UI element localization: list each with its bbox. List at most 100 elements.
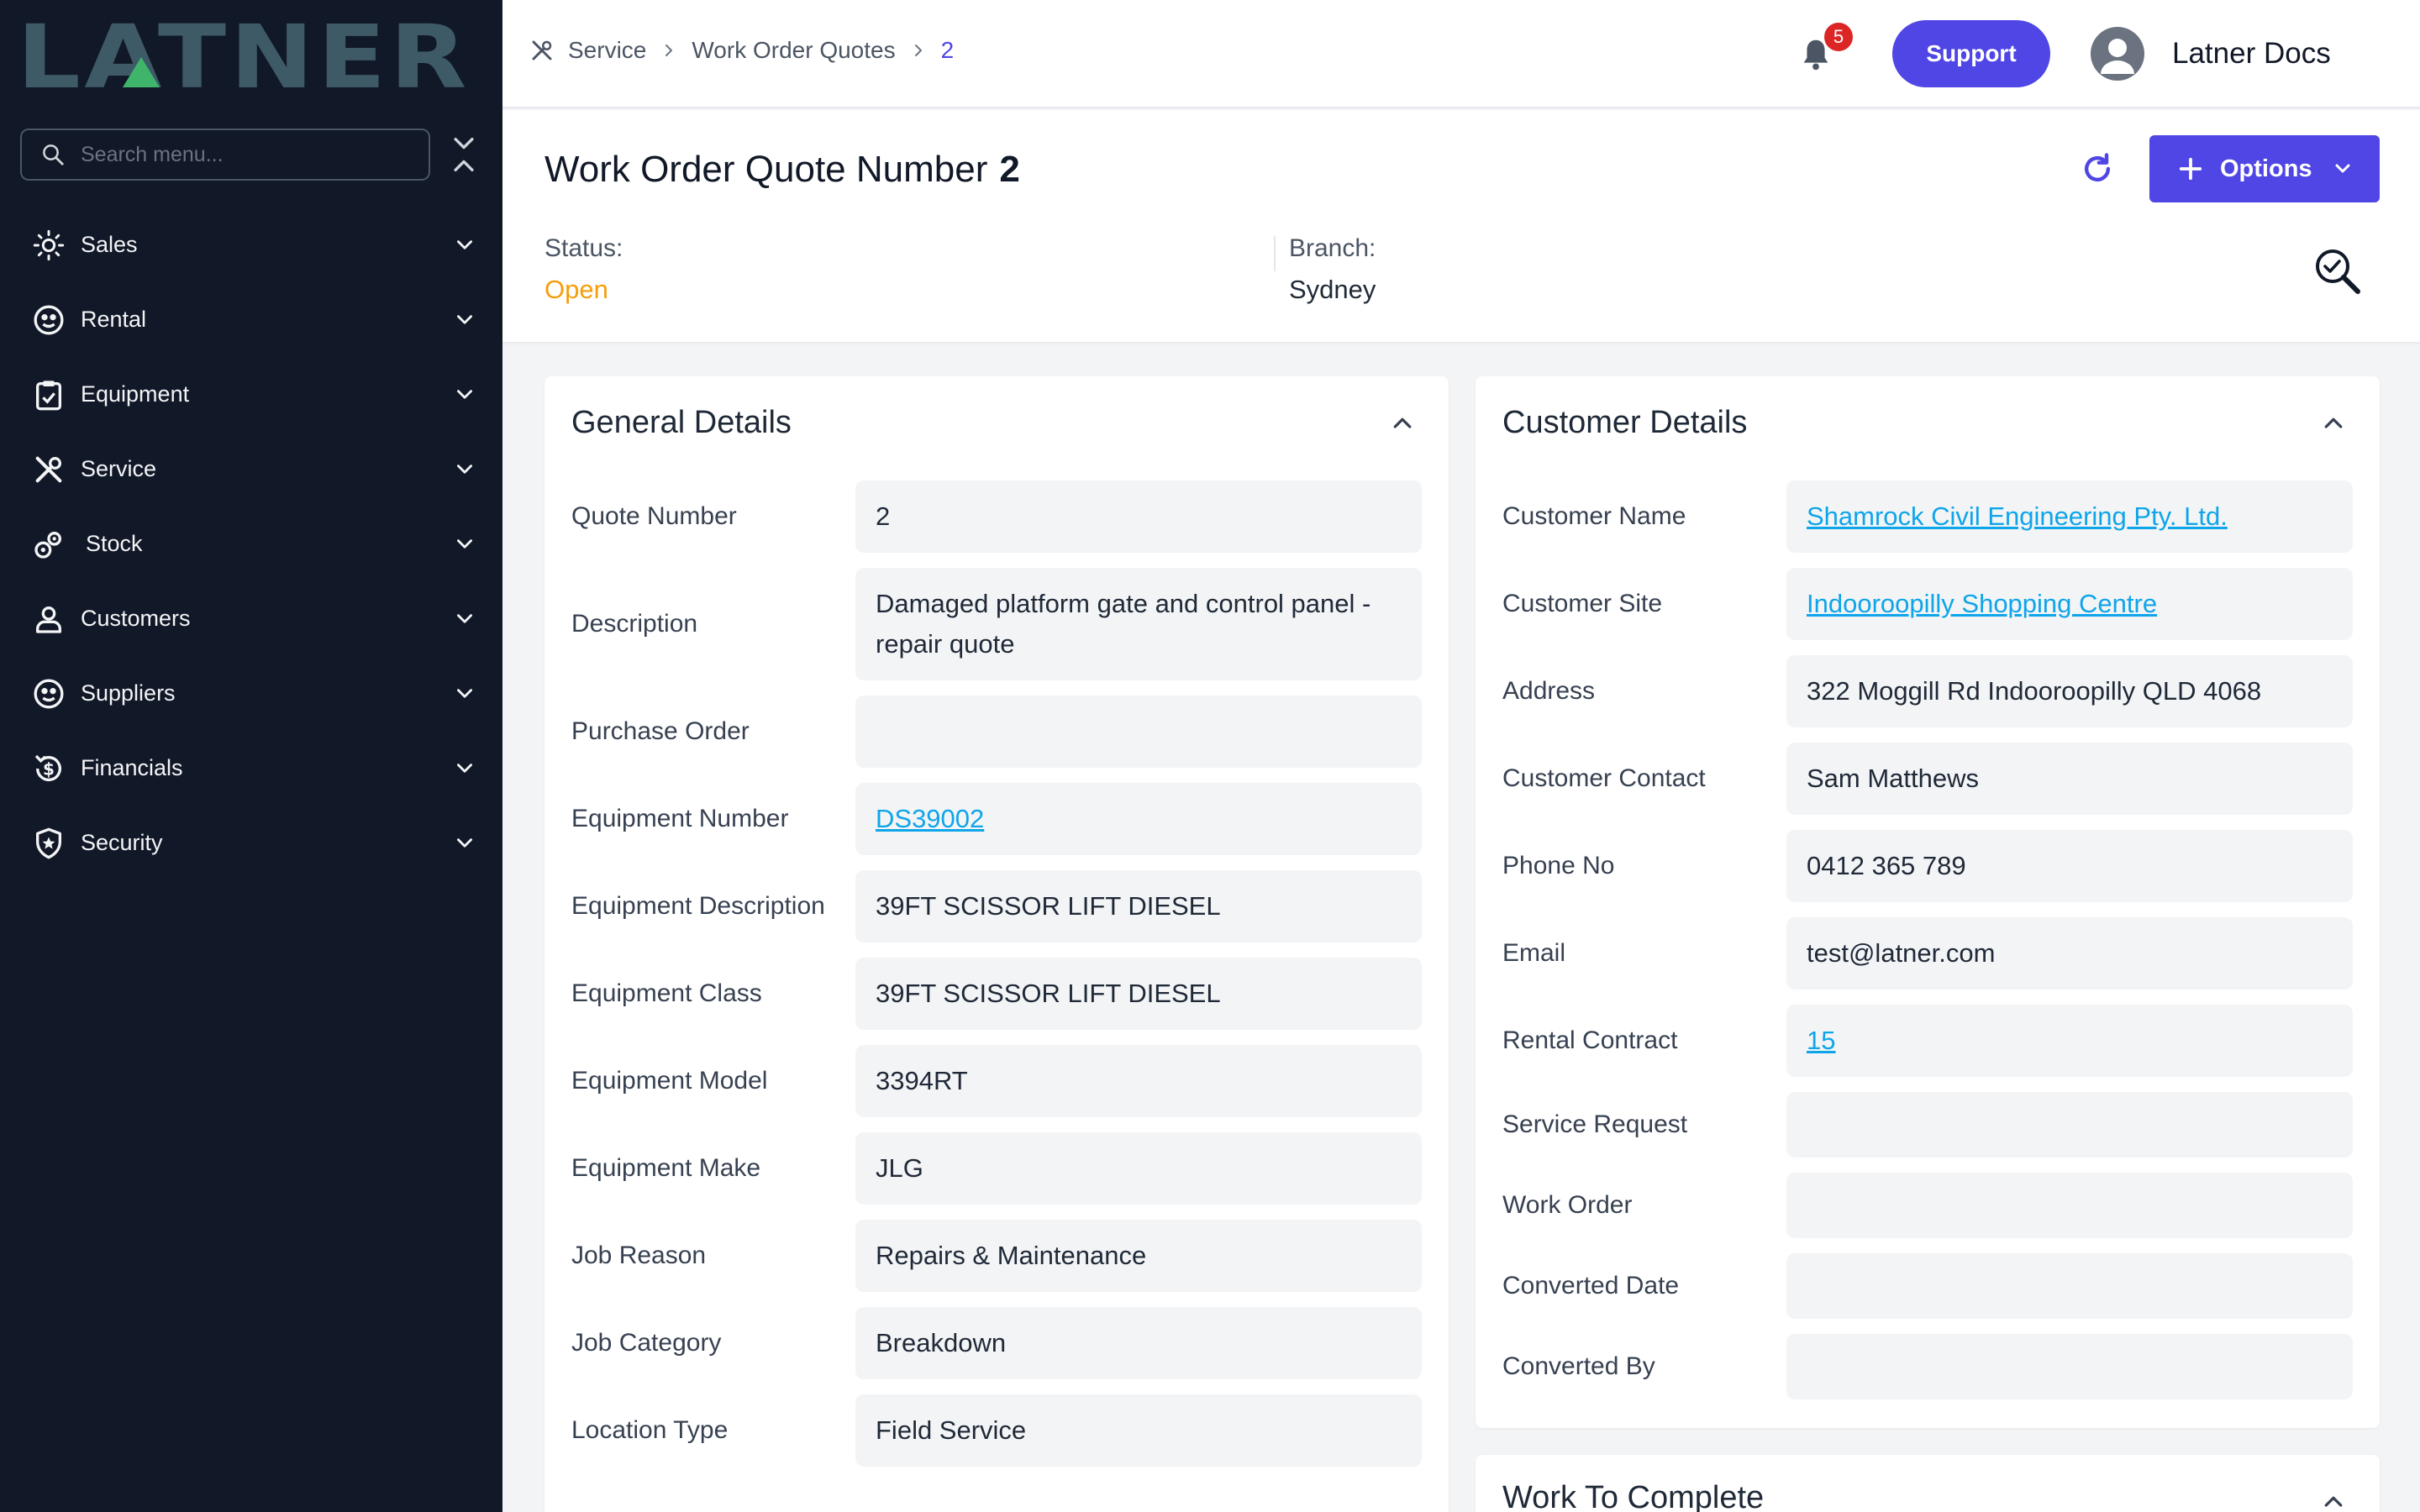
customers-icon [36,606,62,633]
breadcrumb-current: 2 [940,37,955,63]
search-menu-input[interactable] [81,142,400,167]
page-title-text: Work Order Quote Number [544,149,988,190]
field-label: Quote Number [571,502,737,530]
chevron-up-icon[interactable] [2321,410,2346,435]
chevron-down-icon [457,688,472,698]
sidebar-item-label: Security [81,830,163,855]
field-label: Converted Date [1502,1272,1680,1299]
rental-contract-link[interactable]: 15 [1807,1026,1835,1056]
chevron-down-icon [457,837,472,848]
sidebar-item-customers[interactable]: Customers [0,581,502,656]
field-label: Phone No [1502,852,1615,879]
collapse-all-icon[interactable] [450,134,478,175]
customer-name-field: Shamrock Civil Engineering Pty. Ltd. [1786,480,2353,553]
sidebar-item-stock[interactable]: Stock [0,507,502,581]
options-button[interactable]: Options [2149,135,2380,202]
refresh-icon[interactable] [2079,150,2116,187]
header-divider [1274,236,1276,271]
field-label: Job Category [571,1329,722,1357]
sidebar-item-label: Stock [86,531,143,556]
chevron-down-icon [457,763,472,773]
chevron-down-icon [457,314,472,324]
search-details-icon[interactable] [2311,244,2365,298]
equipment-number-link[interactable]: DS39002 [876,804,984,834]
top-bar: Service Work Order Quotes 2 5 Support La… [502,0,2420,108]
sales-icon [33,229,65,260]
notification-badge[interactable]: 5 [1822,20,1855,54]
sidebar-item-label: Equipment [81,381,190,407]
field-label: Equipment Description [571,892,825,920]
sidebar-item-suppliers[interactable]: Suppliers [0,656,502,731]
plus-icon [2179,157,2202,181]
sidebar-item-service[interactable]: Service [0,432,502,507]
breadcrumb-service[interactable]: Service [568,37,646,64]
card-title: General Details [571,405,792,440]
field-label: Equipment Model [571,1067,768,1095]
chevron-up-icon[interactable] [2321,1488,2346,1512]
latner-logo[interactable]: LATNER [17,20,471,91]
work-order-field [1786,1173,2353,1238]
shield-icon [36,827,62,858]
sidebar-item-label: Suppliers [81,680,176,706]
customer-site-field: Indooroopilly Shopping Centre [1786,568,2353,640]
sidebar-item-label: Rental [81,307,147,332]
page-title: Work Order Quote Number 2 [544,149,1020,191]
description-field: Damaged platform gate and control panel … [855,568,1422,680]
chevron-down-icon [457,538,472,549]
field-label: Address [1502,677,1596,705]
equipment-make-field: JLG [855,1132,1422,1205]
sidebar-item-label: Customers [81,606,191,631]
sidebar-item-financials[interactable]: $ Financials [0,731,502,806]
purchase-order-field[interactable] [855,696,1422,768]
field-label: Converted By [1502,1352,1655,1380]
field-label: Location Type [571,1416,729,1444]
sidebar-item-sales[interactable]: Sales [0,207,502,282]
field-label: Equipment Number [571,805,789,832]
job-reason-field: Repairs & Maintenance [855,1220,1422,1292]
user-icon [2101,39,2134,74]
address-field: 322 Moggill Rd Indooroopilly QLD 4068 [1786,655,2353,727]
equipment-description-field: 39FT SCISSOR LIFT DIESEL [855,870,1422,942]
status-label: Status: [544,234,623,262]
converted-date-field [1786,1253,2353,1319]
field-label: Customer Contact [1502,764,1706,792]
field-label: Description [571,610,698,638]
quote-number: 2 [999,149,1020,190]
sidebar-item-equipment[interactable]: Equipment [0,357,502,432]
financials-icon: $ [34,754,61,781]
suppliers-icon [34,679,64,708]
avatar[interactable] [2091,27,2144,81]
quote-number-field: 2 [855,480,1422,553]
breadcrumb-work-order-quotes[interactable]: Work Order Quotes [692,37,895,64]
sidebar-item-security[interactable]: Security [0,806,502,880]
field-label: Purchase Order [571,717,750,745]
email-field: test@latner.com [1786,917,2353,990]
sidebar-item-label: Sales [81,232,138,257]
branch-label: Branch: [1289,234,1376,262]
svg-text:$: $ [43,759,55,779]
chevron-down-icon [2335,164,2350,173]
location-type-field: Field Service [855,1394,1422,1467]
service-icon [35,456,62,482]
breadcrumb: Service Work Order Quotes 2 [529,37,954,64]
sidebar: LATNER Sales Rental Equipment Service [0,0,502,1512]
chevron-up-icon[interactable] [1390,410,1415,435]
search-menu-field[interactable] [20,129,430,181]
customer-site-link[interactable]: Indooroopilly Shopping Centre [1807,589,2157,619]
field-label: Equipment Class [571,979,762,1007]
sidebar-nav: Sales Rental Equipment Service Stock Cus… [0,207,502,880]
card-title: Work To Complete [1502,1480,1765,1512]
chevron-down-icon [457,613,472,623]
customer-name-link[interactable]: Shamrock Civil Engineering Pty. Ltd. [1807,501,2228,532]
support-button[interactable]: Support [1892,20,2050,87]
field-label: Work Order [1502,1191,1633,1219]
user-name[interactable]: Latner Docs [2172,37,2331,71]
converted-by-field [1786,1334,2353,1399]
status-badge: Open [544,275,608,304]
rental-contract-field: 15 [1786,1005,2353,1077]
sidebar-item-rental[interactable]: Rental [0,282,502,357]
field-label: Email [1502,939,1566,967]
field-label: Customer Site [1502,590,1663,617]
work-to-complete-card: Work To Complete [1476,1455,2380,1512]
stock-icon [34,531,61,559]
